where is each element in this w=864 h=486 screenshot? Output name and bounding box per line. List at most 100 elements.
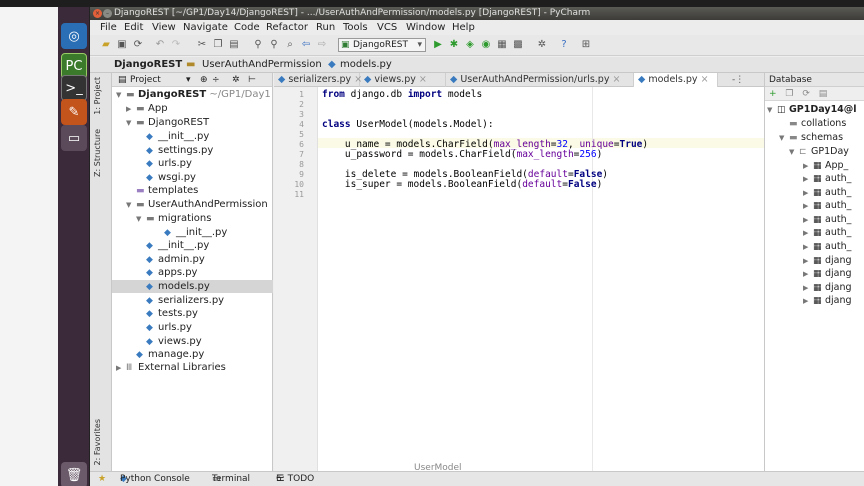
db-tree-item[interactable]: ▼ ◫ GP1Day14@l <box>767 103 857 116</box>
db-table-item[interactable]: ▶ ▦ auth_ <box>803 172 851 185</box>
db-table-item[interactable]: ▶ ▦ App_ <box>803 159 848 172</box>
chevron-down-icon[interactable]: ▾ <box>186 73 191 87</box>
run-configuration-select[interactable]: ▣ DjangoREST ▾ <box>338 38 426 52</box>
tab-overflow-icon[interactable]: -⋮ <box>732 73 744 87</box>
project-tool-tab[interactable]: 1: Project <box>93 77 102 115</box>
collapse-icon[interactable]: ÷ <box>212 73 220 87</box>
tree-item[interactable]: ◆ serializers.py <box>146 294 224 307</box>
db-table-item[interactable]: ▶ ▦ djang <box>803 281 852 294</box>
tree-item[interactable]: ◆ urls.py <box>146 157 192 170</box>
tree-item[interactable]: ◆ views.py <box>146 335 202 348</box>
redo-icon[interactable]: ↷ <box>170 39 182 51</box>
db-table-item[interactable]: ▶ ▦ auth_ <box>803 199 851 212</box>
find-in-path-icon[interactable]: ⌕ <box>284 39 296 51</box>
minimize-icon[interactable]: – <box>103 9 112 18</box>
back-icon[interactable]: ⇦ <box>300 39 312 51</box>
code-line[interactable]: class UserModel(models.Model): <box>322 120 494 130</box>
tree-item[interactable]: ◆ __init__.py <box>146 130 209 143</box>
menu-run[interactable]: Run <box>316 20 335 35</box>
code-line[interactable]: from django.db import models <box>322 90 482 100</box>
tab-views[interactable]: ◆ views.py × <box>360 73 446 87</box>
replace-icon[interactable]: ⚲ <box>268 39 280 51</box>
tree-item[interactable]: ▼ ▬ DjangoREST <box>126 116 209 129</box>
db-table-item[interactable]: ▶ ▦ auth_ <box>803 240 851 253</box>
open-folder-icon[interactable]: ▰ <box>100 39 112 51</box>
tree-item[interactable]: ▬ templates <box>136 184 198 197</box>
db-table-item[interactable]: ▶ ▦ djang <box>803 294 852 307</box>
menu-help[interactable]: Help <box>452 20 475 35</box>
run-icon[interactable]: ▶ <box>432 39 444 51</box>
help-icon[interactable]: ? <box>558 39 570 51</box>
refresh-icon[interactable]: ⟳ <box>802 89 810 99</box>
menu-code[interactable]: Code <box>234 20 260 35</box>
structure-icon[interactable]: ⊞ <box>580 39 592 51</box>
tree-item[interactable]: ▶ ▬ App <box>126 102 168 115</box>
code-line[interactable]: is_super = models.BooleanField(default=F… <box>322 180 602 190</box>
hide-icon[interactable]: ⊢ <box>248 73 256 87</box>
tree-item[interactable]: ◆ apps.py <box>146 266 197 279</box>
db-table-item[interactable]: ▶ ▦ auth_ <box>803 186 851 199</box>
stop-icon[interactable]: ▩ <box>512 39 524 51</box>
db-tree-item[interactable]: ▼ ⊏ GP1Day <box>789 145 849 158</box>
copy-icon[interactable]: ❐ <box>212 39 224 51</box>
settings-icon[interactable]: ✎ <box>61 99 87 125</box>
db-table-item[interactable]: ▶ ▦ djang <box>803 267 852 280</box>
menu-tools[interactable]: Tools <box>343 20 368 35</box>
tree-item[interactable]: ◆ __init__.py <box>146 239 209 252</box>
concurrency-icon[interactable]: ▦ <box>496 39 508 51</box>
menu-window[interactable]: Window <box>406 20 445 35</box>
forward-icon[interactable]: ⇨ <box>316 39 328 51</box>
find-icon[interactable]: ⚲ <box>252 39 264 51</box>
star-icon[interactable]: ★ <box>98 472 106 486</box>
breadcrumb-folder[interactable]: UserAuthAndPermission <box>202 57 322 73</box>
close-icon[interactable]: × <box>419 74 427 85</box>
tree-item[interactable]: ▼ ▬ migrations <box>136 212 211 225</box>
close-icon[interactable]: × <box>701 74 709 85</box>
project-view-select[interactable]: Project <box>130 73 161 87</box>
menu-view[interactable]: View <box>152 20 176 35</box>
copy-icon[interactable]: ❐ <box>785 89 793 99</box>
trash-icon[interactable]: 🗑 <box>61 462 87 486</box>
db-tree-item[interactable]: ▬ collations <box>789 117 846 130</box>
menu-refactor[interactable]: Refactor <box>266 20 308 35</box>
tree-item[interactable]: ◆ __init__.py <box>164 226 227 239</box>
tree-item[interactable]: ◆ wsgi.py <box>146 171 196 184</box>
db-table-item[interactable]: ▶ ▦ auth_ <box>803 226 851 239</box>
tree-item[interactable]: ▶ Ⅲ External Libraries <box>116 361 226 374</box>
db-table-item[interactable]: ▶ ▦ auth_ <box>803 213 851 226</box>
settings-icon[interactable]: ✲ <box>536 39 548 51</box>
sync-icon[interactable]: ⊕ <box>200 73 208 87</box>
menu-navigate[interactable]: Navigate <box>183 20 228 35</box>
coverage-icon[interactable]: ◈ <box>464 39 476 51</box>
dash-icon[interactable]: ◎ <box>61 23 87 49</box>
tab-urls[interactable]: ◆ UserAuthAndPermission/urls.py × <box>446 73 634 87</box>
tree-item[interactable]: ◆ admin.py <box>146 253 205 266</box>
tree-item[interactable]: ◆ manage.py <box>136 348 204 361</box>
tree-item[interactable]: ◆ tests.py <box>146 307 198 320</box>
db-tree-item[interactable]: ▼ ▬ schemas <box>779 131 843 144</box>
gear-icon[interactable]: ✲ <box>232 73 240 87</box>
profile-icon[interactable]: ◉ <box>480 39 492 51</box>
add-icon[interactable]: + <box>769 89 777 99</box>
breadcrumb-project[interactable]: DjangoREST <box>114 57 182 73</box>
tree-item[interactable]: ▼ ▬ UserAuthAndPermission <box>126 198 268 211</box>
db-table-item[interactable]: ▶ ▦ djang <box>803 254 852 267</box>
menu-edit[interactable]: Edit <box>124 20 143 35</box>
tree-item-selected[interactable]: ◆ models.py <box>112 280 273 293</box>
close-icon[interactable]: × <box>612 74 620 85</box>
menu-vcs[interactable]: VCS <box>377 20 397 35</box>
menu-file[interactable]: File <box>100 20 117 35</box>
save-icon[interactable]: ▣ <box>116 39 128 51</box>
tree-root[interactable]: ▼ ▬ DjangoREST ~/GP1/Day1 <box>116 88 271 101</box>
files-icon[interactable]: ▭ <box>61 125 87 151</box>
breadcrumb-file[interactable]: models.py <box>340 57 392 73</box>
tab-serializers[interactable]: ◆ serializers.py × <box>274 73 362 87</box>
properties-icon[interactable]: ▤ <box>819 89 828 99</box>
tree-item[interactable]: ◆ settings.py <box>146 144 213 157</box>
sync-icon[interactable]: ⟳ <box>132 39 144 51</box>
close-icon[interactable]: × <box>93 9 102 18</box>
debug-icon[interactable]: ✱ <box>448 39 460 51</box>
code-line[interactable]: u_password = models.CharField(max_length… <box>322 150 602 160</box>
tab-models[interactable]: ◆ models.py × <box>634 73 718 87</box>
cut-icon[interactable]: ✂ <box>196 39 208 51</box>
